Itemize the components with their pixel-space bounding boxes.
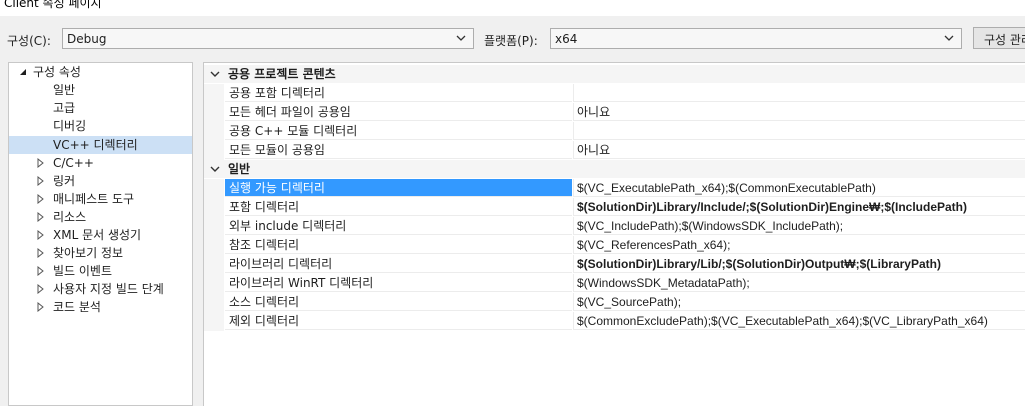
config-value: Debug — [67, 32, 107, 46]
property-value[interactable]: $(VC_IncludePath);$(WindowsSDK_IncludePa… — [573, 217, 1025, 235]
tree-item-browse-info[interactable]: 찾아보기 정보 — [9, 244, 192, 262]
property-name: 라이브러리 디렉터리 — [225, 255, 572, 273]
chevron-down-icon — [456, 35, 466, 41]
property-value[interactable]: $(SolutionDir)Library/Lib/;$(SolutionDir… — [573, 255, 1025, 273]
property-row[interactable]: 외부 include 디렉터리 $(VC_IncludePath);$(Wind… — [204, 217, 1025, 236]
collapsed-triangle-icon[interactable] — [36, 284, 46, 294]
property-row[interactable]: 참조 디렉터리 $(VC_ReferencesPath_x64); — [204, 236, 1025, 255]
chevron-down-icon — [944, 35, 954, 41]
property-name: 모든 모듈이 공용임 — [225, 141, 572, 159]
tree-item-resources[interactable]: 리소스 — [9, 208, 192, 226]
property-row[interactable]: 모든 모듈이 공용임 아니요 — [204, 141, 1025, 160]
tree-item-vc-directories[interactable]: VC++ 디렉터리 — [9, 136, 192, 154]
property-value[interactable] — [573, 122, 1025, 140]
category-general[interactable]: 일반 — [204, 160, 1025, 178]
property-name: 실행 가능 디렉터리 — [225, 179, 572, 197]
tree-item-advanced[interactable]: 고급 — [9, 99, 192, 117]
property-row[interactable]: 모든 헤더 파일이 공용임 아니요 — [204, 103, 1025, 122]
property-value[interactable] — [573, 84, 1025, 102]
property-value[interactable]: $(WindowsSDK_MetadataPath); — [573, 274, 1025, 292]
property-value[interactable]: $(CommonExcludePath);$(VC_ExecutablePath… — [573, 312, 1025, 330]
config-label: 구성(C): — [7, 34, 51, 48]
category-public-project-content[interactable]: 공용 프로젝트 콘텐츠 — [204, 65, 1025, 83]
property-tree: 구성 속성 일반 고급 디버깅 VC++ 디렉터리 C/C++ 링커 매니페스트… — [8, 62, 193, 406]
config-dropdown[interactable]: Debug — [62, 28, 474, 49]
tree-item-xml-doc-generator[interactable]: XML 문서 생성기 — [9, 226, 192, 244]
collapsed-triangle-icon[interactable] — [36, 266, 46, 276]
property-grid: 공용 프로젝트 콘텐츠 공용 포함 디렉터리 모든 헤더 파일이 공용임 아니요… — [203, 62, 1025, 406]
property-value[interactable]: 아니요 — [573, 103, 1025, 121]
tree-item-code-analysis[interactable]: 코드 분석 — [9, 298, 192, 316]
collapsed-triangle-icon[interactable] — [36, 194, 46, 204]
collapsed-triangle-icon[interactable] — [36, 248, 46, 258]
chevron-down-icon[interactable] — [210, 69, 220, 79]
property-row[interactable]: 실행 가능 디렉터리 $(VC_ExecutablePath_x64);$(Co… — [204, 179, 1025, 198]
platform-label: 플랫폼(P): — [484, 34, 538, 48]
property-row[interactable]: 공용 C++ 모듈 디렉터리 — [204, 122, 1025, 141]
tree-item-debugging[interactable]: 디버깅 — [9, 117, 192, 135]
property-name: 소스 디렉터리 — [225, 293, 572, 311]
property-name: 참조 디렉터리 — [225, 236, 572, 254]
tree-item-general[interactable]: 일반 — [9, 81, 192, 99]
property-value[interactable]: $(VC_ReferencesPath_x64); — [573, 236, 1025, 254]
platform-dropdown[interactable]: x64 — [550, 28, 962, 49]
property-row[interactable]: 제외 디렉터리 $(CommonExcludePath);$(VC_Execut… — [204, 312, 1025, 331]
tree-item-build-events[interactable]: 빌드 이벤트 — [9, 262, 192, 280]
collapsed-triangle-icon[interactable] — [36, 302, 46, 312]
collapsed-triangle-icon[interactable] — [36, 176, 46, 186]
property-value[interactable]: $(VC_ExecutablePath_x64);$(CommonExecuta… — [573, 179, 1025, 197]
config-manager-button[interactable]: 구성 관리자 — [973, 27, 1025, 49]
tree-item-c-cpp[interactable]: C/C++ — [9, 154, 192, 172]
property-value[interactable]: $(SolutionDir)Library/Include/;$(Solutio… — [573, 198, 1025, 216]
chevron-down-icon[interactable] — [210, 164, 220, 174]
property-name: 라이브러리 WinRT 디렉터리 — [225, 274, 572, 292]
property-name: 공용 C++ 모듈 디렉터리 — [225, 122, 572, 140]
tree-item-manifest-tool[interactable]: 매니페스트 도구 — [9, 190, 192, 208]
collapsed-triangle-icon[interactable] — [36, 230, 46, 240]
property-name: 외부 include 디렉터리 — [225, 217, 572, 235]
property-value[interactable]: $(VC_SourcePath); — [573, 293, 1025, 311]
property-row[interactable]: 라이브러리 WinRT 디렉터리 $(WindowsSDK_MetadataPa… — [204, 274, 1025, 293]
expanded-triangle-icon[interactable] — [18, 67, 28, 77]
property-row[interactable]: 포함 디렉터리 $(SolutionDir)Library/Include/;$… — [204, 198, 1025, 217]
tree-root-config-properties[interactable]: 구성 속성 — [9, 63, 192, 81]
tree-item-custom-build-step[interactable]: 사용자 지정 빌드 단계 — [9, 280, 192, 298]
collapsed-triangle-icon[interactable] — [36, 158, 46, 168]
property-name: 공용 포함 디렉터리 — [225, 84, 572, 102]
property-row[interactable]: 공용 포함 디렉터리 — [204, 84, 1025, 103]
tree-item-linker[interactable]: 링커 — [9, 172, 192, 190]
property-value[interactable]: 아니요 — [573, 141, 1025, 159]
property-row[interactable]: 라이브러리 디렉터리 $(SolutionDir)Library/Lib/;$(… — [204, 255, 1025, 274]
property-name: 제외 디렉터리 — [225, 312, 572, 330]
window-title: Client 속성 페이지 — [4, 0, 102, 10]
property-row[interactable]: 소스 디렉터리 $(VC_SourcePath); — [204, 293, 1025, 312]
platform-value: x64 — [555, 32, 578, 46]
collapsed-triangle-icon[interactable] — [36, 212, 46, 222]
property-name: 모든 헤더 파일이 공용임 — [225, 103, 572, 121]
property-name: 포함 디렉터리 — [225, 198, 572, 216]
title-bar: Client 속성 페이지 — [0, 0, 1025, 16]
